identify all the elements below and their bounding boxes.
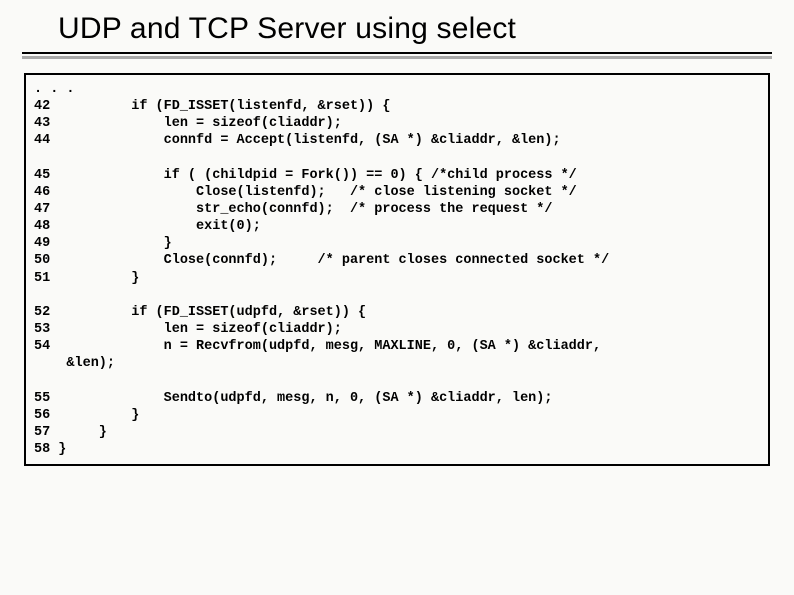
slide-title: UDP and TCP Server using select (20, 8, 774, 52)
title-underline-shadow (22, 56, 772, 59)
code-block-frame: . . . 42 if (FD_ISSET(listenfd, &rset)) … (24, 73, 770, 466)
code-block: . . . 42 if (FD_ISSET(listenfd, &rset)) … (34, 81, 760, 458)
title-underline (22, 52, 772, 54)
